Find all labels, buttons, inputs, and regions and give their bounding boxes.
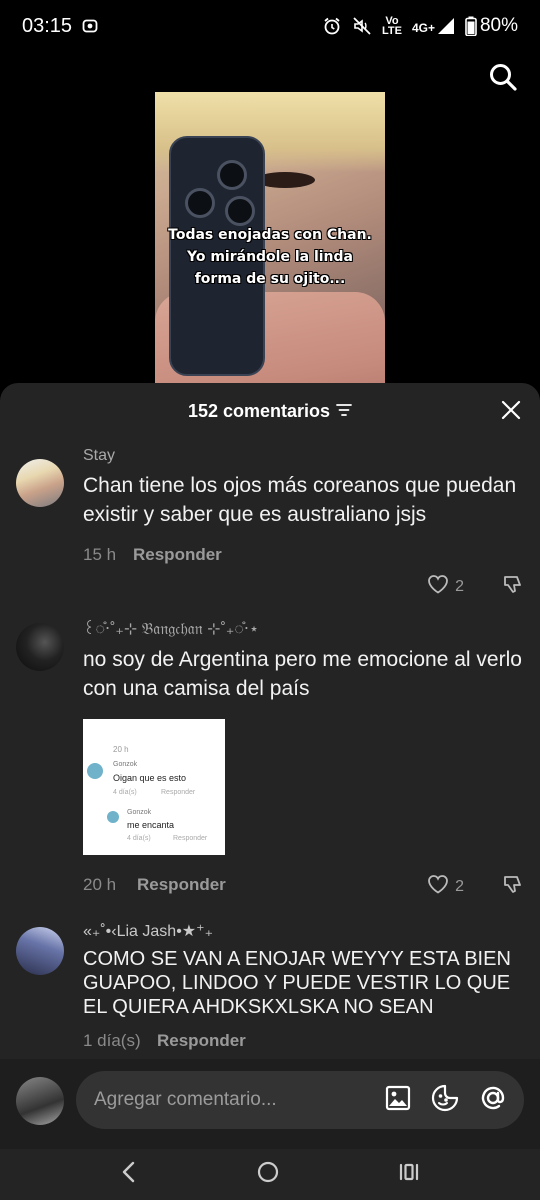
clock: 03:15 (22, 14, 73, 37)
volte-indicator: Vo LTE (381, 16, 402, 37)
reply-button[interactable]: Responder (157, 1031, 246, 1051)
attachment-meta: 4 día(s) (127, 835, 151, 842)
dislike-icon (502, 576, 524, 599)
comment-text: Chan tiene los ojos más coreanos que pue… (83, 474, 517, 526)
status-bar: 03:15 Vo LTE 4G+ 80% (0, 0, 540, 52)
record-icon (82, 18, 98, 34)
network-type: 4G+ (411, 21, 435, 35)
like-button[interactable]: 2 (427, 574, 464, 599)
battery-icon (465, 16, 477, 36)
comment-count-filter[interactable]: 152 comentarios (188, 401, 352, 422)
comment-username[interactable]: «₊˚•‹Lia Jash•★⁺₊ (83, 921, 523, 941)
avatar[interactable] (16, 459, 64, 507)
mention-icon[interactable] (478, 1083, 508, 1118)
comment-username[interactable]: ꒰◌̊‧˚₊⊹ 𝔅𝔞𝔫𝔤𝔠𝔥𝔞𝔫 ⊹˚₊◌̊‧⋆ (83, 617, 523, 639)
home-icon[interactable] (256, 1160, 280, 1189)
close-button[interactable] (500, 399, 522, 426)
heart-icon (427, 574, 449, 599)
comment-username[interactable]: Stay (83, 447, 523, 465)
comment-item: «₊˚•‹Lia Jash•★⁺₊ COMO SE VAN A ENOJAR W… (0, 921, 540, 1059)
comment-item: Stay Chan tiene los ojos más coreanos qu… (0, 447, 540, 613)
comments-sheet: 152 comentarios Stay Chan tiene los ojos… (0, 383, 540, 1200)
attachment-name: Gonzok (127, 809, 152, 816)
emoji-icon[interactable] (430, 1083, 460, 1118)
mute-icon (352, 16, 372, 36)
volte-bottom: LTE (381, 25, 402, 37)
comments-list[interactable]: Stay Chan tiene los ojos más coreanos qu… (0, 439, 540, 1059)
comment-item: ꒰◌̊‧˚₊⊹ 𝔅𝔞𝔫𝔤𝔠𝔥𝔞𝔫 ⊹˚₊◌̊‧⋆ no soy de Argen… (0, 617, 540, 917)
attachment-meta: 4 día(s) (113, 789, 137, 796)
comment-input-bar (0, 1059, 540, 1149)
comments-header: 152 comentarios (0, 383, 540, 439)
battery-group: 80% (465, 15, 518, 37)
comment-input[interactable] (94, 1089, 384, 1111)
battery-level: 80% (479, 15, 518, 36)
dislike-icon (502, 876, 524, 899)
caption-line: forma de su ojito... (194, 271, 346, 287)
attachment-avatar (107, 811, 119, 823)
attachment-meta: Responder (161, 789, 196, 796)
caption-line: Todas enojadas con Chan. (168, 227, 372, 243)
comment-time: 20 h (83, 875, 117, 894)
comment-text: COMO SE VAN A ENOJAR WEYYY ESTA BIEN GUA… (83, 948, 511, 1018)
dislike-button[interactable] (502, 573, 524, 600)
comment-text: no soy de Argentina pero me emocione al … (83, 648, 522, 700)
signal-group: 4G+ (412, 17, 455, 35)
image-icon[interactable] (384, 1084, 412, 1117)
like-button[interactable]: 2 (427, 874, 464, 899)
like-count: 2 (455, 577, 464, 595)
comment-attachment-image[interactable]: 20 h Gonzok Oigan que es esto 4 día(s) R… (83, 719, 225, 855)
caption-line: Yo mirándole la linda (186, 249, 353, 265)
comment-input-container[interactable] (76, 1071, 524, 1129)
my-avatar[interactable] (16, 1077, 64, 1125)
attachment-name: Gonzok (113, 761, 138, 768)
close-icon (500, 400, 522, 425)
attachment-text: me encanta (127, 820, 175, 830)
attachment-avatar (87, 763, 103, 779)
video-caption: Todas enojadas con Chan. Yo mirándole la… (155, 224, 385, 290)
reply-button[interactable]: Responder (137, 875, 226, 895)
reply-button[interactable]: Responder (133, 545, 222, 565)
dislike-button[interactable] (502, 873, 524, 900)
attachment-text: Oigan que es esto (113, 773, 187, 783)
search-icon (488, 64, 518, 96)
search-button[interactable] (488, 62, 518, 97)
recents-icon[interactable] (397, 1160, 421, 1189)
filter-icon (336, 401, 352, 422)
comment-time: 1 día(s) (83, 1031, 141, 1050)
attachment-time: 20 h (113, 745, 129, 754)
avatar[interactable] (16, 927, 64, 975)
system-nav-bar (0, 1149, 540, 1200)
alarm-icon (322, 16, 342, 36)
comment-count: 152 comentarios (187, 400, 331, 421)
attachment-meta: Responder (173, 835, 208, 842)
back-icon[interactable] (119, 1160, 139, 1189)
avatar[interactable] (16, 623, 64, 671)
signal-icon (437, 17, 455, 35)
like-count: 2 (455, 877, 464, 895)
heart-icon (427, 874, 449, 899)
video-player[interactable]: Todas enojadas con Chan. Yo mirándole la… (0, 52, 540, 436)
comment-time: 15 h (83, 545, 117, 564)
